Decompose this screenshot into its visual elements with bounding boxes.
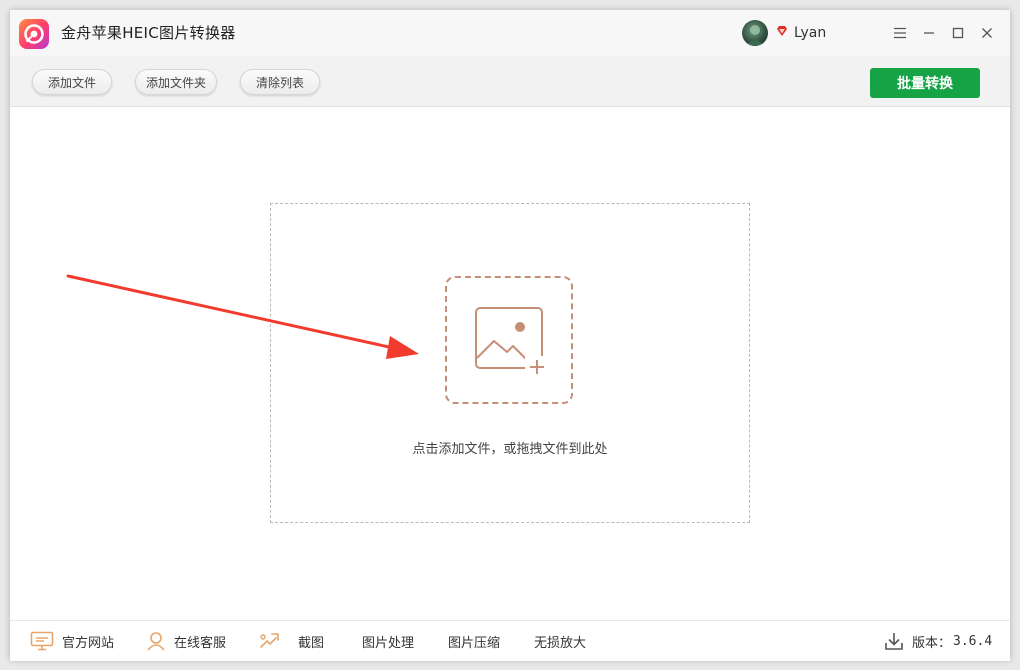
image-compress-link[interactable]: 图片压缩 (448, 621, 500, 661)
version-number: 3.6.4 (953, 633, 993, 649)
app-window: 金舟苹果HEIC图片转换器 Lyan 添加文件 添加文件夹 清除列表 批量转换 … (10, 10, 1010, 661)
official-website-label: 官方网站 (62, 635, 115, 651)
screenshot-icon (260, 633, 279, 648)
monitor-icon (30, 631, 54, 651)
online-service-label: 在线客服 (174, 635, 227, 651)
screenshot-label: 截图 (298, 635, 325, 651)
version-info[interactable]: 版本： 3.6.4 (884, 621, 992, 661)
image-processing-link[interactable]: 图片处理 (362, 621, 414, 661)
status-bar: 官方网站 在线客服 截图 图片处理 图片压缩 无损放大 版本： 3.6.4 (10, 620, 1010, 661)
annotation-arrow-icon (66, 274, 419, 359)
official-website-link[interactable]: 官方网站 (30, 621, 114, 661)
customer-service-icon (147, 632, 165, 651)
lossless-enlarge-link[interactable]: 无损放大 (534, 621, 586, 661)
screenshot-link[interactable]: 截图 (258, 621, 324, 661)
download-update-icon (885, 633, 903, 650)
online-service-link[interactable]: 在线客服 (146, 621, 226, 661)
version-label: 版本： (912, 635, 952, 651)
